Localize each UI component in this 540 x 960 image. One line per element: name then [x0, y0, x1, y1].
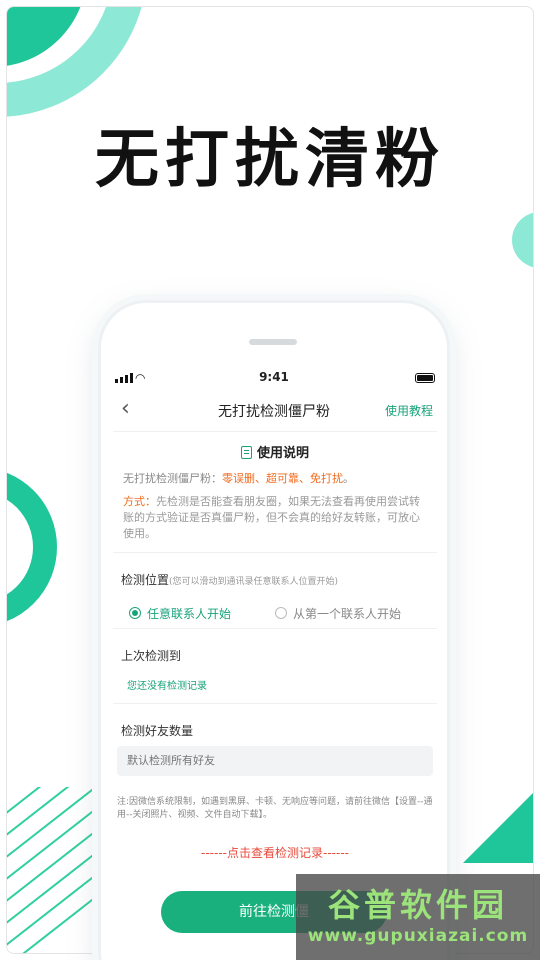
position-radio-group: 任意联系人开始 从第一个联系人开始 — [113, 588, 437, 628]
instructions-title: 使用说明 — [256, 446, 309, 461]
system-note: 注:因微信系统限制，如遇到黑屏、卡顿、无响应等问题，请前往微信【设置--通用--… — [117, 797, 433, 820]
view-records-link[interactable]: ------点击查看检测记录------ — [113, 836, 437, 876]
decorative-ring-left — [7, 467, 57, 627]
phone-mockup: ◠ 9:41 ‹ 无打扰检测僵尸粉 使用教程 使用说明 无打扰检测僵尸粉：零误删… — [98, 300, 450, 960]
status-bar: ◠ 9:41 — [101, 369, 447, 389]
status-time: 9:41 — [259, 370, 289, 384]
last-check-section: 上次检测到 您还没有检测记录 — [113, 628, 437, 703]
battery-icon — [415, 373, 435, 383]
promo-headline: 无打扰清粉 — [95, 123, 445, 197]
radio-unselected-icon — [275, 607, 287, 619]
instructions-header: 使用说明 — [113, 432, 437, 464]
watermark-url: www.gupuxiazai.com — [307, 926, 529, 946]
decorative-triangle — [463, 793, 533, 863]
last-check-title: 上次检测到 — [121, 649, 182, 663]
friend-count-input[interactable] — [117, 746, 433, 776]
document-icon — [240, 446, 252, 459]
main-content: 使用说明 无打扰检测僵尸粉：零误删、超可靠、免打扰。 方式：先检测是否能查看朋友… — [113, 431, 437, 876]
phone-speaker — [249, 339, 297, 345]
instructions-section: 使用说明 无打扰检测僵尸粉：零误删、超可靠、免打扰。 方式：先检测是否能查看朋友… — [113, 431, 437, 552]
radio-first-contact[interactable]: 从第一个联系人开始 — [275, 598, 421, 628]
last-check-value: 您还没有检测记录 — [127, 681, 207, 692]
instructions-summary: 无打扰检测僵尸粉：零误删、超可靠、免打扰。 — [123, 472, 354, 485]
position-section: 检测位置(您可以滑动到通讯录任意联系人位置开始) 任意联系人开始 从第一个联系人… — [113, 552, 437, 628]
watermark-title: 谷普软件园 — [327, 886, 508, 924]
method-description: 方式：先检测是否能查看朋友圈，如果无法查看再使用尝试转账的方式验证是否真僵尸粉，… — [123, 495, 420, 540]
watermark: 谷普软件园 www.gupuxiazai.com — [296, 874, 540, 960]
friend-count-section: 检测好友数量 注:因微信系统限制，如遇到黑屏、卡顿、无响应等问题，请前往微信【设… — [113, 703, 437, 876]
feature-highlight: 零误删、超可靠、免打扰 — [222, 472, 343, 485]
decorative-dot — [512, 212, 533, 268]
position-title: 检测位置(您可以滑动到通讯录任意联系人位置开始) — [121, 573, 339, 587]
method-label: 方式： — [123, 495, 156, 508]
radio-any-contact[interactable]: 任意联系人开始 — [129, 598, 275, 628]
nav-bar: ‹ 无打扰检测僵尸粉 使用教程 — [101, 397, 447, 425]
radio-selected-icon — [129, 607, 141, 619]
tutorial-link[interactable]: 使用教程 — [385, 402, 433, 419]
position-hint: (您可以滑动到通讯录任意联系人位置开始) — [169, 577, 339, 587]
friend-count-title: 检测好友数量 — [121, 724, 194, 738]
